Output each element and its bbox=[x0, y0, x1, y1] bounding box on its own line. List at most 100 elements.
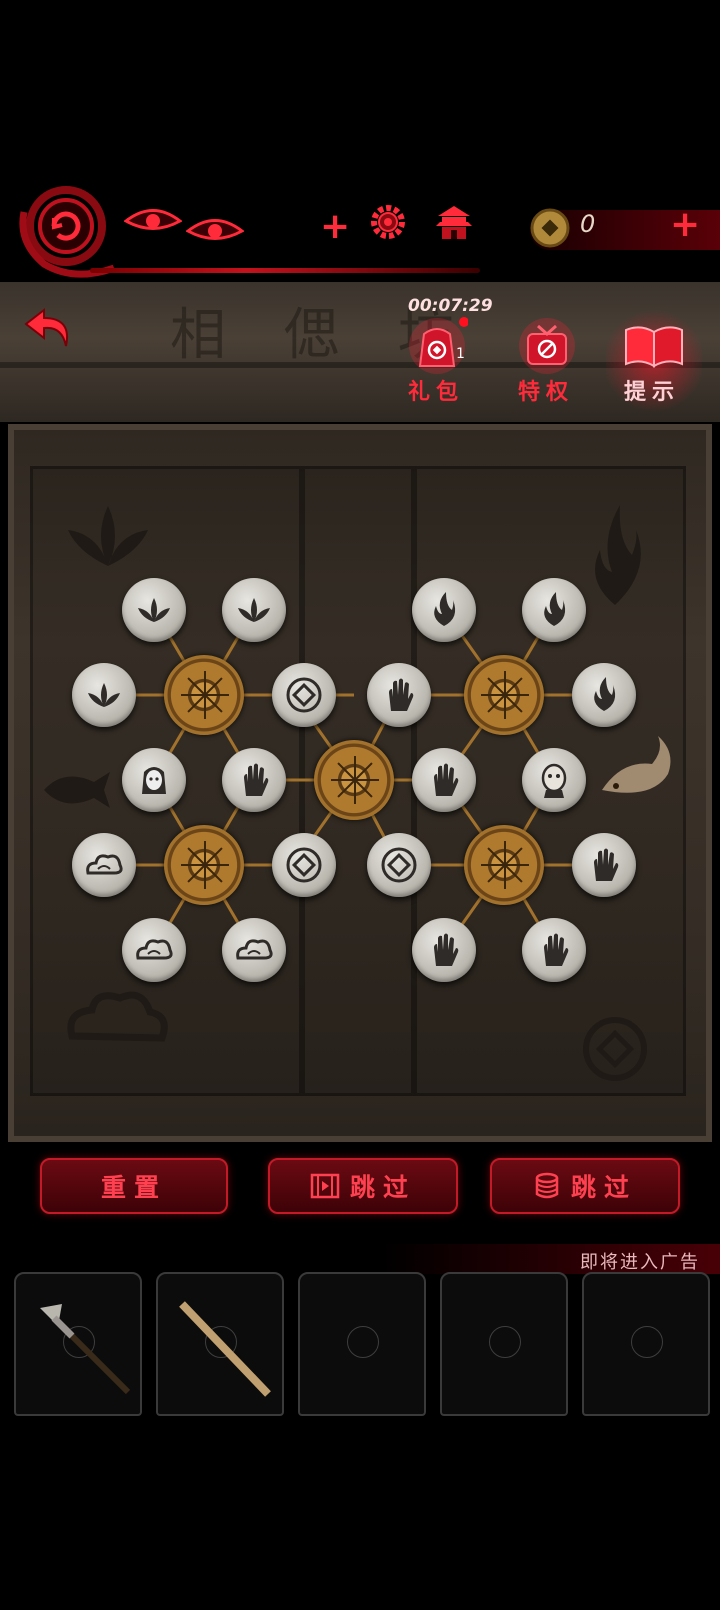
flame-icon bbox=[434, 592, 456, 626]
lotus-icon bbox=[138, 598, 170, 622]
rotation-wheel[interactable] bbox=[464, 655, 544, 735]
wheel-spoke bbox=[204, 677, 223, 696]
buy-coins-button[interactable]: + bbox=[670, 204, 700, 245]
puzzle-stone[interactable] bbox=[122, 918, 186, 982]
rotation-wheel[interactable] bbox=[314, 740, 394, 820]
wheel-spoke bbox=[181, 864, 205, 866]
coin-icon bbox=[286, 847, 322, 883]
reset-label: 重置 bbox=[100, 1173, 167, 1202]
wheel-spoke bbox=[187, 864, 206, 883]
refresh-emblem-icon[interactable] bbox=[14, 182, 114, 278]
wheel-spoke bbox=[505, 864, 529, 866]
coin-count: 0 bbox=[580, 210, 596, 238]
wheel-spoke bbox=[504, 695, 506, 719]
puzzle-stone[interactable] bbox=[522, 748, 586, 812]
hand-icon bbox=[434, 933, 459, 966]
gift-label: 礼包 bbox=[408, 380, 465, 405]
inventory-slot[interactable] bbox=[156, 1272, 284, 1416]
skip-video-button[interactable]: 跳过 bbox=[268, 1158, 458, 1214]
settings-gear-icon[interactable] bbox=[368, 202, 408, 242]
hand-icon bbox=[244, 763, 269, 796]
puzzle-stone[interactable] bbox=[572, 663, 636, 727]
wheel-spoke bbox=[205, 694, 229, 696]
lotus-icon bbox=[88, 683, 120, 707]
puzzle-stone[interactable] bbox=[122, 748, 186, 812]
puzzle-stone[interactable] bbox=[572, 833, 636, 897]
reset-button[interactable]: 重置 bbox=[40, 1158, 228, 1214]
hint-label: 提示 bbox=[624, 380, 681, 405]
privilege-button[interactable]: 特权 bbox=[510, 316, 584, 412]
puzzle-stone[interactable] bbox=[522, 578, 586, 642]
wheel-spoke bbox=[204, 695, 206, 719]
timer: 00:07:29 bbox=[408, 296, 493, 316]
wheel-spoke bbox=[204, 864, 223, 883]
puzzle-stone[interactable] bbox=[272, 663, 336, 727]
coin-icon bbox=[381, 847, 417, 883]
inventory-slot[interactable] bbox=[14, 1272, 142, 1416]
eye-icon bbox=[124, 209, 182, 230]
wheel-spoke bbox=[337, 762, 356, 781]
rotation-wheel[interactable] bbox=[164, 655, 244, 735]
wheel-spoke bbox=[337, 779, 356, 798]
puzzle-stone[interactable] bbox=[122, 578, 186, 642]
cloud-icon bbox=[86, 854, 123, 875]
puzzle-stone[interactable] bbox=[222, 918, 286, 982]
bald-face-icon bbox=[541, 763, 567, 798]
rotation-wheel[interactable] bbox=[164, 825, 244, 905]
privilege-label: 特权 bbox=[518, 380, 575, 405]
inventory-slot[interactable] bbox=[582, 1272, 710, 1416]
girl-face-icon bbox=[142, 767, 166, 794]
wheel-spoke bbox=[187, 847, 206, 866]
hint-button[interactable]: 提示 bbox=[606, 306, 702, 416]
wheel-spoke bbox=[487, 847, 506, 866]
wheel-spoke bbox=[187, 677, 206, 696]
back-arrow-icon[interactable] bbox=[22, 306, 74, 350]
puzzle-stone[interactable] bbox=[367, 833, 431, 897]
coin-icon bbox=[286, 677, 322, 713]
hand-icon bbox=[434, 763, 459, 796]
inventory-slot[interactable] bbox=[298, 1272, 426, 1416]
gift-pack-button[interactable]: 1 礼包 bbox=[400, 316, 474, 412]
wheel-spoke bbox=[181, 694, 205, 696]
skip-coin-label: 跳过 bbox=[570, 1173, 637, 1202]
lotus-icon bbox=[238, 598, 270, 622]
skip-coin-button[interactable]: 跳过 bbox=[490, 1158, 680, 1214]
wheel-spoke bbox=[481, 864, 505, 866]
rotation-wheel[interactable] bbox=[464, 825, 544, 905]
puzzle-stone[interactable] bbox=[522, 918, 586, 982]
wheel-spoke bbox=[487, 677, 506, 696]
eye-icon bbox=[186, 219, 244, 240]
hand-icon bbox=[544, 933, 569, 966]
gift-count: 1 bbox=[456, 346, 465, 362]
copper-coin-icon bbox=[530, 208, 570, 248]
puzzle-stone[interactable] bbox=[412, 748, 476, 812]
puzzle-stone[interactable] bbox=[72, 833, 136, 897]
suona-horn-icon[interactable] bbox=[32, 1298, 132, 1398]
cloud-icon bbox=[236, 939, 273, 960]
home-pagoda-icon[interactable] bbox=[434, 202, 474, 242]
wheel-spoke bbox=[487, 864, 506, 883]
yin-yang-icon bbox=[631, 1326, 663, 1358]
puzzle-stone[interactable] bbox=[222, 578, 286, 642]
add-button[interactable]: + bbox=[320, 206, 350, 247]
wheel-spoke bbox=[205, 864, 229, 866]
puzzle-stone[interactable] bbox=[367, 663, 431, 727]
puzzle-stone[interactable] bbox=[272, 833, 336, 897]
hand-icon bbox=[389, 678, 414, 711]
wheel-spoke bbox=[504, 864, 523, 883]
puzzle-stone[interactable] bbox=[412, 918, 476, 982]
wheel-spoke bbox=[331, 779, 355, 781]
cloud-icon bbox=[136, 939, 173, 960]
skip-video-label: 跳过 bbox=[349, 1173, 416, 1202]
wheel-spoke bbox=[354, 762, 373, 781]
yin-yang-icon bbox=[489, 1326, 521, 1358]
wheel-spoke bbox=[204, 847, 223, 866]
wheel-spoke bbox=[504, 847, 523, 866]
puzzle-stone[interactable] bbox=[72, 663, 136, 727]
puzzle-stone[interactable] bbox=[222, 748, 286, 812]
wooden-stick-icon[interactable] bbox=[172, 1298, 276, 1402]
inventory-slot[interactable] bbox=[440, 1272, 568, 1416]
divider bbox=[90, 268, 480, 273]
wheel-spoke bbox=[504, 865, 506, 889]
puzzle-stone[interactable] bbox=[412, 578, 476, 642]
